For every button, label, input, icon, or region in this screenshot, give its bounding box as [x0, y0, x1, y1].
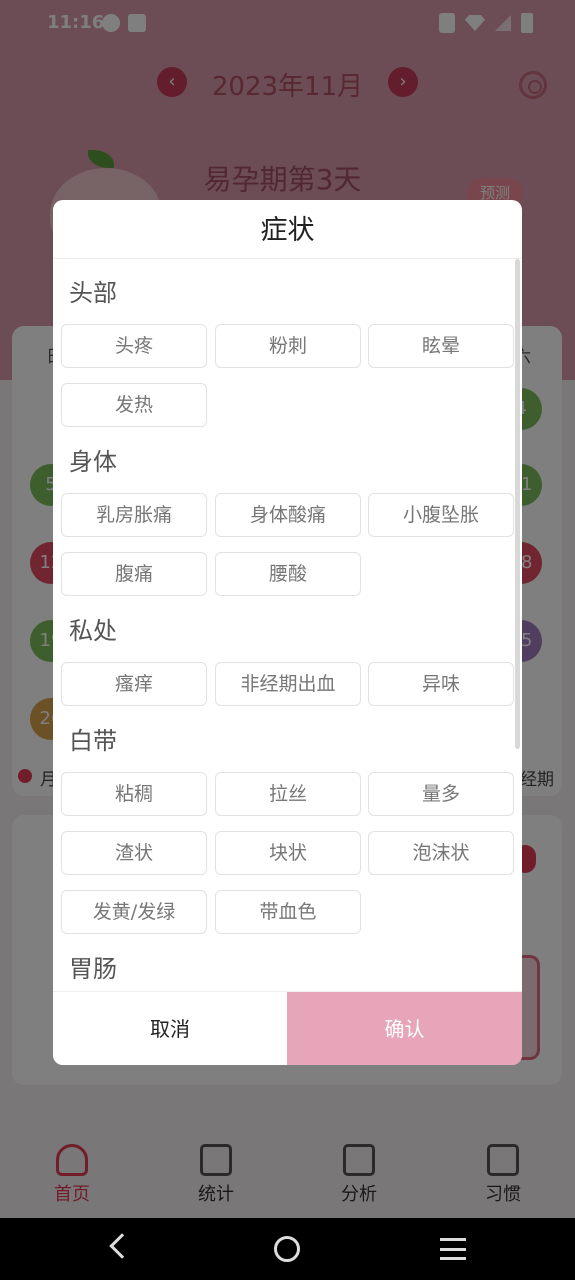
symptom-chip[interactable]: 异味 [368, 662, 514, 706]
symptom-chip[interactable]: 乳房胀痛 [61, 493, 207, 537]
symptom-chip[interactable]: 泡沫状 [368, 831, 514, 875]
symptom-chip[interactable]: 腹痛 [61, 552, 207, 596]
symptom-chip[interactable]: 粘稠 [61, 772, 207, 816]
symptoms-dialog: 症状 头部 头疼 粉刺 眩晕 发热 身体 乳房胀痛 身体酸痛 小腹坠胀 腹痛 腰… [53, 200, 522, 1065]
menu-icon[interactable] [440, 1238, 466, 1260]
symptom-chip[interactable]: 非经期出血 [215, 662, 361, 706]
symptom-chip[interactable]: 腰酸 [215, 552, 361, 596]
symptom-chip[interactable]: 块状 [215, 831, 361, 875]
home-circle-icon[interactable] [274, 1236, 300, 1262]
symptom-chip[interactable]: 小腹坠胀 [368, 493, 514, 537]
section-title-head: 头部 [69, 279, 117, 307]
symptom-chip[interactable]: 粉刺 [215, 324, 361, 368]
symptom-chip[interactable]: 带血色 [215, 890, 361, 934]
symptom-chip[interactable]: 发黄/发绿 [61, 890, 207, 934]
symptoms-scroll-area[interactable]: 头部 头疼 粉刺 眩晕 发热 身体 乳房胀痛 身体酸痛 小腹坠胀 腹痛 腰酸 私… [53, 259, 522, 991]
symptom-chip[interactable]: 渣状 [61, 831, 207, 875]
confirm-button[interactable]: 确认 [287, 992, 522, 1065]
section-title-private: 私处 [69, 617, 117, 645]
symptom-chip[interactable]: 发热 [61, 383, 207, 427]
symptom-chip[interactable]: 头疼 [61, 324, 207, 368]
symptom-chip[interactable]: 量多 [368, 772, 514, 816]
symptom-chip[interactable]: 眩晕 [368, 324, 514, 368]
scrollbar-thumb[interactable] [515, 259, 520, 749]
section-title-body: 身体 [69, 448, 117, 476]
symptom-chip[interactable]: 身体酸痛 [215, 493, 361, 537]
dialog-footer: 取消 确认 [53, 991, 522, 1065]
symptom-chip[interactable]: 瘙痒 [61, 662, 207, 706]
section-title-gastro: 胃肠 [69, 955, 117, 983]
back-icon[interactable] [109, 1233, 135, 1259]
section-title-discharge: 白带 [69, 727, 117, 755]
symptom-chip[interactable]: 拉丝 [215, 772, 361, 816]
system-nav-bar [0, 1218, 575, 1280]
cancel-button[interactable]: 取消 [53, 992, 287, 1065]
dialog-title: 症状 [53, 200, 522, 259]
